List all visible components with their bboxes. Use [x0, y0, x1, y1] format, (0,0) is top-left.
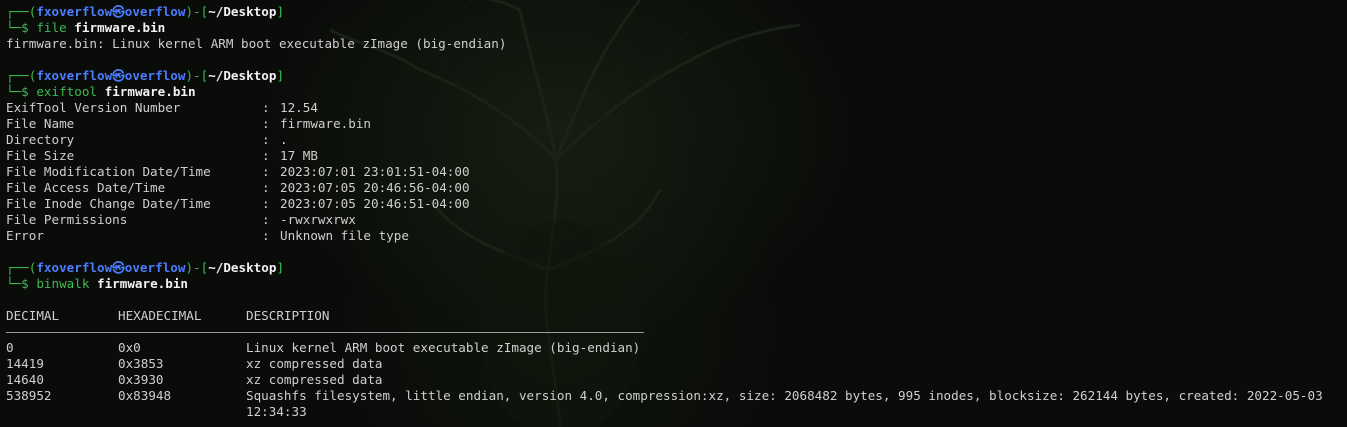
binwalk-hex: 0x83948 [118, 388, 172, 403]
exif-value: firmware.bin [280, 116, 371, 131]
binwalk-description: xz compressed data [246, 372, 383, 387]
exif-key: File Inode Change Date/Time [6, 196, 211, 211]
exif-value: 17 MB [280, 148, 318, 163]
command-line: └─$ binwalk firmware.bin [6, 276, 1342, 292]
column-header-hexadecimal: HEXADECIMAL [118, 308, 202, 323]
binwalk-header-row: DECIMAL HEXADECIMAL DESCRIPTION [6, 308, 1342, 324]
exif-separator: : [262, 228, 278, 243]
prompt-frame: ] [276, 4, 285, 19]
binwalk-decimal: 0 [6, 340, 14, 355]
binwalk-decimal: 14640 [6, 372, 44, 387]
terminal-output: ┌──(fxoverflow㉿overflow)-[~/Desktop] └─$… [6, 4, 1342, 420]
exif-key: ExifTool Version Number [6, 100, 181, 115]
prompt-frame: ┌──( [6, 68, 37, 83]
binwalk-decimal: 14419 [6, 356, 44, 371]
exif-value: 2023:07:01 23:01:51-04:00 [280, 164, 470, 179]
prompt-symbol: └─$ [6, 20, 37, 35]
prompt-frame: ] [276, 260, 285, 275]
binwalk-description: Linux kernel ARM boot executable zImage … [246, 340, 641, 355]
binwalk-hex: 0x3930 [118, 372, 164, 387]
exif-key: File Size [6, 148, 75, 163]
exif-key: Error [6, 228, 44, 243]
prompt-header: ┌──(fxoverflow㉿overflow)-[~/Desktop] [6, 260, 1342, 276]
prompt-at-symbol: ㉿ [112, 68, 125, 83]
exif-value: . [280, 132, 288, 147]
header-divider [6, 332, 644, 333]
exif-value: 2023:07:05 20:46:51-04:00 [280, 196, 470, 211]
prompt-frame: ] [276, 68, 285, 83]
column-header-decimal: DECIMAL [6, 308, 60, 323]
terminal-window[interactable]: ┌──(fxoverflow㉿overflow)-[~/Desktop] └─$… [0, 0, 1347, 427]
prompt-frame: ┌──( [6, 260, 37, 275]
exif-separator: : [262, 116, 278, 131]
binwalk-hex: 0x3853 [118, 356, 164, 371]
exif-key: File Name [6, 116, 75, 131]
exif-separator: : [262, 148, 278, 163]
prompt-symbol: └─$ [6, 276, 37, 291]
command-line: └─$ exiftool firmware.bin [6, 84, 1342, 100]
prompt-user: fxoverflow [36, 4, 113, 19]
prompt-directory: ~/Desktop [208, 260, 277, 275]
prompt-directory: ~/Desktop [208, 68, 277, 83]
exif-separator: : [262, 212, 278, 227]
prompt-host: overflow [124, 4, 186, 19]
prompt-header: ┌──(fxoverflow㉿overflow)-[~/Desktop] [6, 68, 1342, 84]
prompt-header: ┌──(fxoverflow㉿overflow)-[~/Desktop] [6, 4, 1342, 20]
prompt-at-symbol: ㉿ [112, 260, 125, 275]
exif-separator: : [262, 196, 278, 211]
exif-separator: : [262, 100, 278, 115]
exif-row: File Modification Date/Time: 2023:07:01 … [6, 164, 1342, 180]
exif-value: 2023:07:05 20:46:56-04:00 [280, 180, 470, 195]
exif-separator: : [262, 164, 278, 179]
binwalk-row: 14419 0x3853 xz compressed data [6, 356, 1342, 372]
exif-row: File Inode Change Date/Time: 2023:07:05 … [6, 196, 1342, 212]
exif-value: 12.54 [280, 100, 318, 115]
exif-value: Unknown file type [280, 228, 409, 243]
exif-row: Directory: . [6, 132, 1342, 148]
prompt-frame: )-[ [185, 68, 209, 83]
exif-row: Error: Unknown file type [6, 228, 1342, 244]
exif-row: File Permissions: -rwxrwxrwx [6, 212, 1342, 228]
exif-key: File Modification Date/Time [6, 164, 211, 179]
prompt-user: fxoverflow [36, 260, 113, 275]
exif-row: File Access Date/Time: 2023:07:05 20:46:… [6, 180, 1342, 196]
exif-row: File Size: 17 MB [6, 148, 1342, 164]
prompt-frame: )-[ [185, 4, 209, 19]
exif-key: File Access Date/Time [6, 180, 166, 195]
exif-separator: : [262, 180, 278, 195]
binwalk-description: Squashfs filesystem, little endian, vers… [246, 388, 1331, 419]
binwalk-row: 0 0x0 Linux kernel ARM boot executable zIm… [6, 340, 1342, 356]
binwalk-row: 538952 0x83948 Squashfs filesystem, little… [6, 388, 1342, 420]
prompt-host: overflow [124, 260, 186, 275]
prompt-frame: ┌──( [6, 4, 37, 19]
command-line: └─$ file firmware.bin [6, 20, 1342, 36]
exif-separator: : [262, 132, 278, 147]
column-header-description: DESCRIPTION [246, 308, 330, 323]
exif-key: Directory [6, 132, 75, 147]
exif-value: -rwxrwxrwx [280, 212, 356, 227]
prompt-frame: )-[ [185, 260, 209, 275]
exif-key: File Permissions [6, 212, 128, 227]
exif-row: ExifTool Version Number: 12.54 [6, 100, 1342, 116]
binwalk-decimal: 538952 [6, 388, 52, 403]
binwalk-hex: 0x0 [118, 340, 141, 355]
command-argument: firmware.bin [97, 276, 189, 291]
command-argument: firmware.bin [104, 84, 196, 99]
exif-row: File Name: firmware.bin [6, 116, 1342, 132]
prompt-at-symbol: ㉿ [112, 4, 125, 19]
binwalk-row: 14640 0x3930 xz compressed data [6, 372, 1342, 388]
prompt-directory: ~/Desktop [208, 4, 277, 19]
prompt-host: overflow [124, 68, 186, 83]
prompt-user: fxoverflow [36, 68, 113, 83]
prompt-symbol: └─$ [6, 84, 37, 99]
command-output: firmware.bin: Linux kernel ARM boot exec… [6, 36, 507, 51]
command-argument: firmware.bin [74, 20, 166, 35]
command-name: exiftool [36, 84, 98, 99]
binwalk-description: xz compressed data [246, 356, 383, 371]
command-name: binwalk [36, 276, 90, 291]
command-name: file [36, 20, 67, 35]
